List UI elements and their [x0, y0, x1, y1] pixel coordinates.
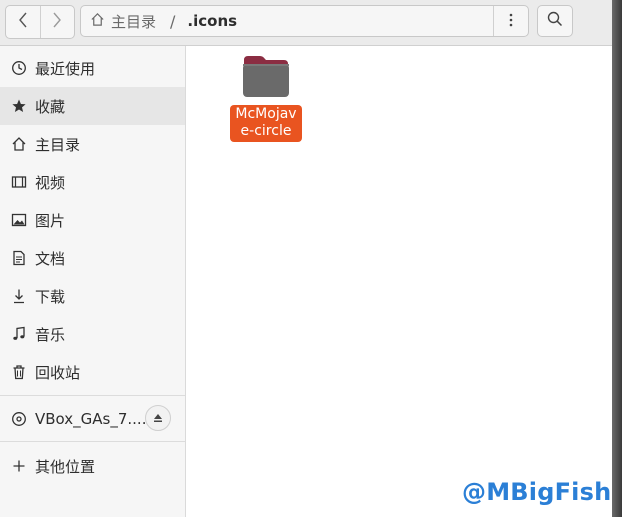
- star-icon: [10, 97, 28, 115]
- sidebar-item-device[interactable]: VBox_GAs_7....: [0, 400, 185, 438]
- sidebar-item-label: 主目录: [35, 135, 81, 154]
- sidebar-item-recent[interactable]: 最近使用: [0, 49, 185, 87]
- window-edge-shadow: [612, 0, 622, 517]
- sidebar-item-downloads[interactable]: 下载: [0, 277, 185, 315]
- file-view[interactable]: McMojave-circle: [186, 46, 612, 517]
- download-icon: [10, 287, 28, 305]
- folder-item[interactable]: McMojave-circle: [226, 54, 306, 142]
- path-home-label: 主目录: [111, 12, 157, 31]
- chevron-right-icon: [52, 12, 62, 33]
- path-current-folder[interactable]: .icons: [187, 12, 237, 30]
- file-manager-window: 主目录 / .icons 最近使用 收藏 主目录 视频 图片 文档 下载 音乐 …: [0, 0, 612, 517]
- eject-button[interactable]: [145, 405, 171, 431]
- eject-icon: [153, 409, 163, 427]
- path-bar: 主目录 / .icons: [80, 5, 529, 37]
- document-icon: [10, 249, 28, 267]
- sidebar-item-trash[interactable]: 回收站: [0, 353, 185, 391]
- folder-icon: [242, 54, 290, 102]
- sidebar-item-label: VBox_GAs_7....: [35, 410, 147, 428]
- clock-icon: [10, 59, 28, 77]
- chevron-left-icon: [18, 12, 28, 33]
- trash-icon: [10, 363, 28, 381]
- forward-button[interactable]: [39, 6, 75, 38]
- sidebar-item-label: 图片: [35, 211, 66, 230]
- sidebar-item-label: 视频: [35, 173, 66, 192]
- home-icon: [90, 12, 105, 31]
- search-icon: [547, 11, 563, 31]
- sidebar-item-label: 下载: [35, 287, 66, 306]
- path-menu-button[interactable]: [493, 6, 528, 36]
- path-home-button[interactable]: 主目录: [81, 6, 156, 36]
- watermark-text: @MBigFish: [462, 478, 612, 506]
- plus-icon: [10, 457, 28, 475]
- sidebar-item-documents[interactable]: 文档: [0, 239, 185, 277]
- home-icon: [10, 135, 28, 153]
- image-icon: [10, 211, 28, 229]
- sidebar-item-label: 回收站: [35, 363, 81, 382]
- sidebar-divider: [0, 395, 185, 396]
- sidebar-item-home[interactable]: 主目录: [0, 125, 185, 163]
- header-bar: 主目录 / .icons: [0, 0, 612, 46]
- sidebar-item-pictures[interactable]: 图片: [0, 201, 185, 239]
- sidebar-item-other-locations[interactable]: 其他位置: [0, 447, 185, 485]
- search-button[interactable]: [537, 5, 573, 37]
- sidebar: 最近使用 收藏 主目录 视频 图片 文档 下载 音乐 回收站 VBox_GAs_…: [0, 46, 186, 517]
- vertical-dots-icon: [509, 12, 513, 31]
- sidebar-item-label: 文档: [35, 249, 66, 268]
- disc-icon: [10, 410, 28, 428]
- folder-name: McMojave-circle: [230, 105, 302, 142]
- music-icon: [10, 325, 28, 343]
- film-icon: [10, 173, 28, 191]
- sidebar-item-label: 其他位置: [35, 457, 96, 476]
- sidebar-item-music[interactable]: 音乐: [0, 315, 185, 353]
- sidebar-divider: [0, 441, 185, 442]
- back-button[interactable]: [6, 6, 40, 38]
- sidebar-item-label: 最近使用: [35, 59, 96, 78]
- path-separator: /: [170, 11, 176, 31]
- sidebar-item-label: 音乐: [35, 325, 66, 344]
- sidebar-item-starred[interactable]: 收藏: [0, 87, 185, 125]
- sidebar-item-label: 收藏: [35, 97, 66, 116]
- sidebar-item-videos[interactable]: 视频: [0, 163, 185, 201]
- navigation-buttons: [5, 5, 75, 39]
